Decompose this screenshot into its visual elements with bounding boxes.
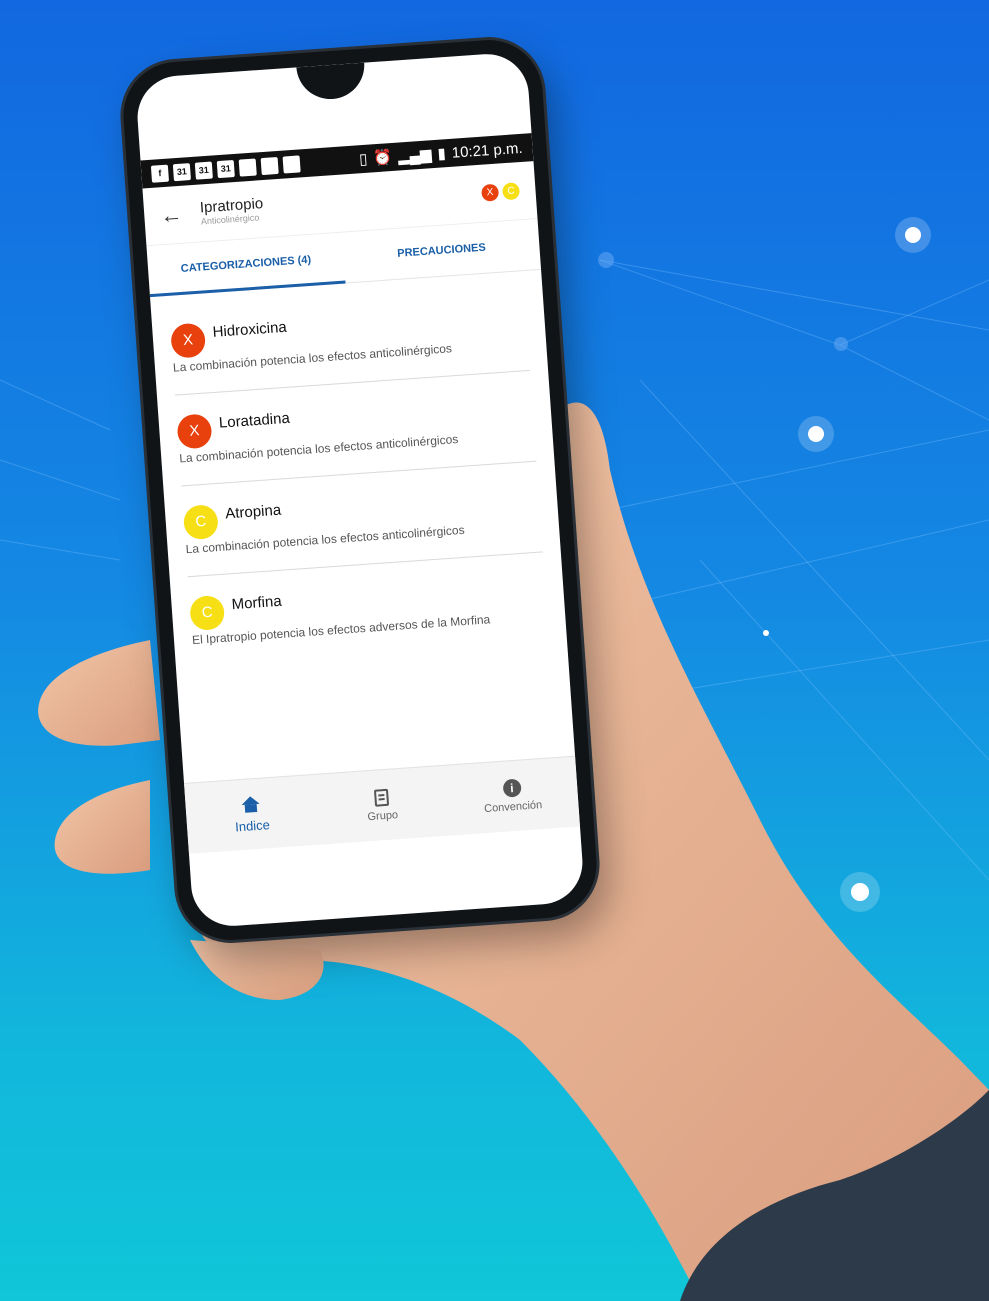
calendar-icon: 31 — [216, 159, 235, 178]
bottom-navigation: Indice Grupo i Convención — [184, 755, 581, 854]
interaction-list: X Hidroxicina La combinación potencia lo… — [151, 279, 567, 668]
x-category-badge: X — [481, 183, 500, 202]
category-avatar: C — [189, 594, 226, 632]
document-icon — [373, 788, 390, 807]
nav-indice[interactable]: Indice — [184, 775, 319, 854]
calendar-icon: 31 — [194, 161, 213, 180]
drug-name: Morfina — [231, 592, 283, 614]
facebook-icon: f — [150, 164, 169, 183]
drug-description: El Ipratropio potencia los efectos adver… — [191, 612, 491, 648]
category-avatar: X — [170, 322, 207, 359]
vibrate-icon: ▯ — [358, 150, 368, 169]
camera-notch — [296, 62, 367, 102]
drug-description: La combinación potencia los efectos anti… — [185, 522, 466, 557]
nav-label: Grupo — [367, 808, 399, 823]
signal-icon: ▂▄▆ — [397, 146, 433, 166]
phone-device: f 31 31 31 ▯ ⏰ ▂▄▆ ▮ 10:21 p.m. ← Ipratr… — [119, 36, 601, 944]
info-icon: i — [502, 778, 522, 798]
phone-screen: f 31 31 31 ▯ ⏰ ▂▄▆ ▮ 10:21 p.m. ← Ipratr… — [134, 51, 586, 929]
category-avatar: X — [176, 413, 213, 450]
battery-icon: ▮ — [437, 145, 447, 163]
nav-grupo[interactable]: Grupo — [314, 766, 449, 845]
back-arrow-icon[interactable]: ← — [159, 200, 201, 229]
calendar-icon — [238, 157, 257, 177]
calendar-icon: 31 — [172, 162, 191, 181]
drug-description: La combinación potencia los efectos anti… — [172, 341, 453, 375]
drug-name: Atropina — [224, 501, 282, 523]
alarm-icon: ⏰ — [372, 148, 393, 168]
drug-description: La combinación potencia los efectos anti… — [178, 432, 459, 466]
nav-label: Convención — [483, 799, 543, 816]
c-category-badge: C — [501, 182, 521, 201]
status-time: 10:21 p.m. — [451, 139, 524, 162]
category-avatar: C — [182, 504, 220, 541]
drug-name: Hidroxicina — [212, 318, 288, 341]
drug-name: Loratadina — [218, 409, 291, 432]
nav-label: Indice — [234, 816, 271, 835]
nav-convencion[interactable]: i Convención — [445, 757, 580, 836]
calendar-icon — [260, 156, 279, 175]
calendar-icon — [282, 154, 301, 174]
category-badges: X C — [481, 182, 521, 202]
title-group: Ipratropio Anticolinérgico — [199, 195, 264, 226]
home-icon — [241, 795, 260, 805]
